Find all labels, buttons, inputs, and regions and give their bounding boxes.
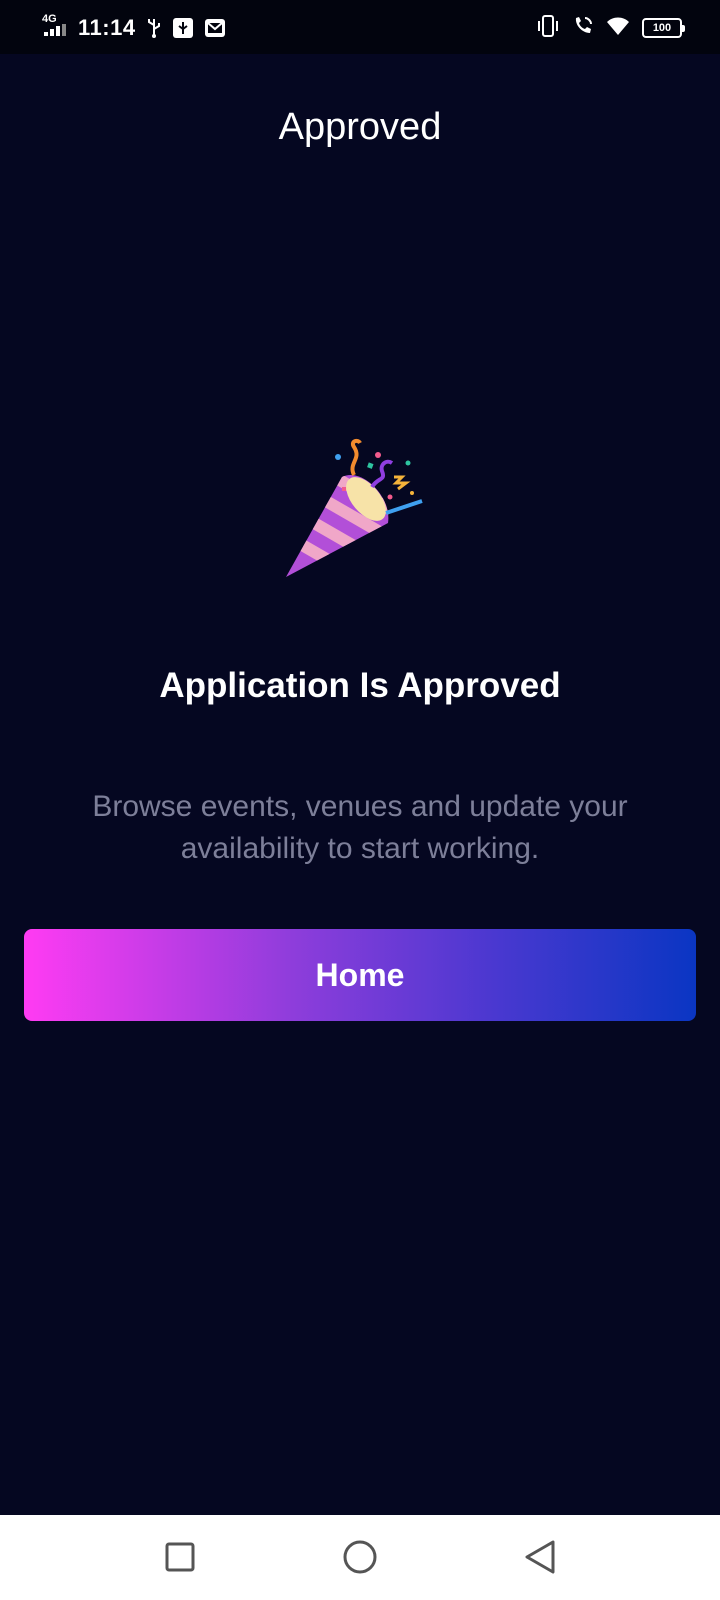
back-triangle-icon	[525, 1540, 555, 1574]
status-left: 4G 11:14	[40, 13, 226, 42]
vibrate-icon	[536, 14, 560, 42]
home-button[interactable]: Home	[24, 929, 696, 1021]
wifi-calling-icon	[572, 15, 594, 42]
page-title: Approved	[278, 106, 442, 148]
recents-button[interactable]	[160, 1537, 200, 1577]
clock: 11:14	[78, 15, 136, 40]
status-right: 100	[536, 14, 685, 42]
approval-headline: Application Is Approved	[159, 666, 561, 705]
mail-icon	[204, 17, 226, 39]
square-icon	[165, 1542, 195, 1572]
approval-description: Browse events, venues and update your av…	[92, 790, 628, 865]
approved-screen: Approved Application Is Approved Browse …	[0, 54, 720, 1515]
status-bar: 4G 11:14 100	[0, 0, 720, 54]
party-popper-icon	[282, 437, 432, 587]
system-nav-bar	[0, 1515, 720, 1600]
battery-icon: 100	[642, 18, 685, 38]
circle-icon	[343, 1540, 377, 1574]
back-button[interactable]	[520, 1537, 560, 1577]
usb-icon	[146, 17, 162, 39]
cellular-signal-icon: 4G	[40, 13, 74, 41]
usb-debug-icon	[172, 17, 194, 39]
home-nav-button[interactable]	[340, 1537, 380, 1577]
wifi-icon	[606, 16, 630, 41]
battery-level: 100	[652, 22, 672, 34]
